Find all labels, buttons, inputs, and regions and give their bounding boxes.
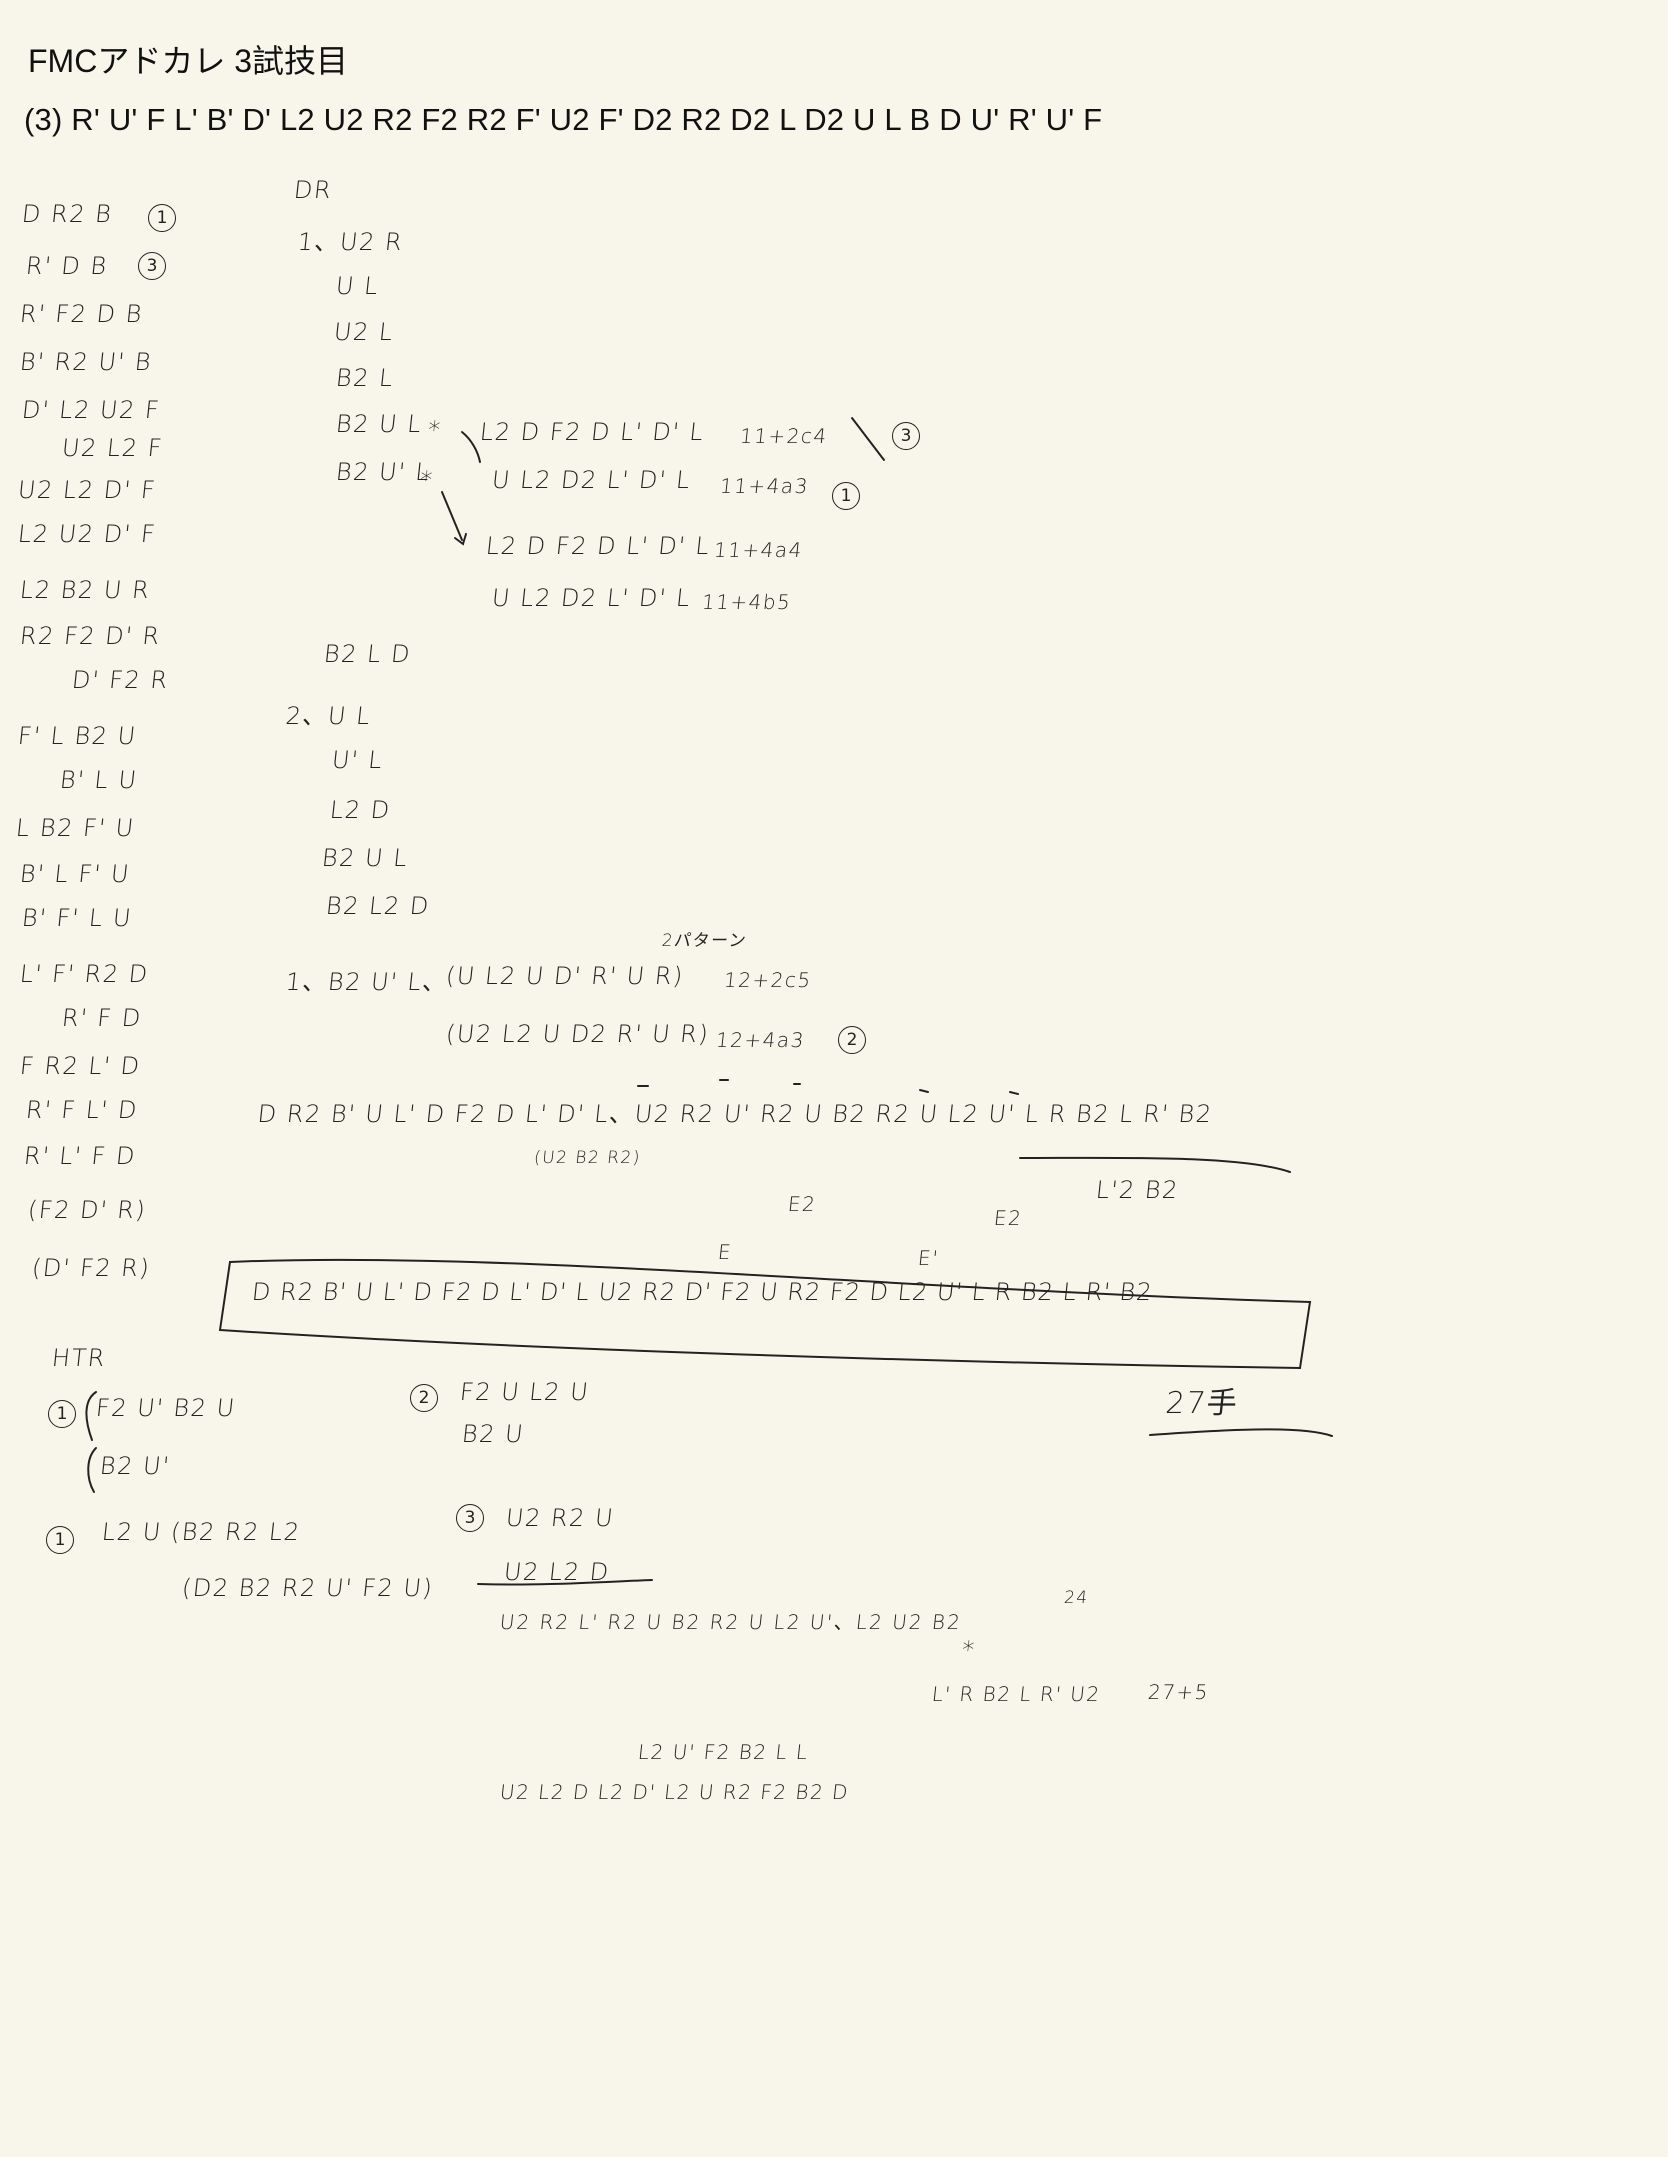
left-item: B' F' L U: [20, 904, 134, 932]
branch-count: 11+4b5: [700, 590, 793, 614]
htr-label: HTR: [50, 1344, 108, 1372]
htr-line1: U2 R2 L' R2 U B2 R2 U L2 U'、L2 U2 B2: [498, 1610, 964, 1634]
underline-stroke: [1019, 1156, 1291, 1173]
htr-move: L2 U (B2 R2 L2: [100, 1518, 303, 1546]
e-note-a: E: [716, 1240, 734, 1264]
line-b-moves: (U2 L2 U D2 R' U R): [444, 1020, 711, 1048]
htr-mark-3: 3: [456, 1504, 484, 1532]
htr-line3: L2 U' F2 B2 L L: [636, 1740, 810, 1764]
left-item: F' L B2 U: [16, 722, 139, 750]
scramble-text: (3) R' U' F L' B' D' L2 U2 R2 F2 R2 F' U…: [24, 102, 1103, 137]
htr-line2-count: 27+5: [1146, 1680, 1211, 1704]
ink-strokes: [85, 417, 1333, 1586]
move-count-underline: [1149, 1428, 1333, 1437]
htr-mark-1b: 1: [46, 1526, 74, 1554]
branch-mark: 1: [832, 482, 860, 510]
left-item: D' L2 U2 F: [20, 396, 162, 424]
brace-2: [87, 1447, 97, 1493]
long-line-sub: (U2 B2 R2): [532, 1148, 642, 1168]
e2-note-b: E2: [992, 1206, 1024, 1230]
under-line: L'2 B2: [1094, 1176, 1181, 1204]
branch-moves: U L2 D2 L' D' L: [490, 466, 693, 494]
htr-move: B2 U: [460, 1420, 526, 1448]
branch-moves: L2 D F2 D L' D' L: [484, 532, 712, 560]
left-item: B' L F' U: [18, 860, 132, 888]
left-item: (D' F2 R): [30, 1254, 152, 1282]
pattern-note: 2パターン: [660, 931, 749, 951]
left-item: D' F2 R: [70, 666, 171, 694]
line-b-count: 12+4a3: [714, 1028, 807, 1052]
left-item: F R2 L' D: [18, 1052, 143, 1080]
left-item: R' F L' D: [24, 1096, 140, 1124]
htr-line2: L' R B2 L R' U2: [930, 1682, 1102, 1706]
section1-item: B2 U L: [334, 410, 424, 438]
page-title: FMCアドカレ 3試技目: [28, 43, 349, 79]
section2-item: U' L: [330, 746, 385, 774]
section1-label: 1、U2 R: [296, 228, 405, 256]
left-item: B' L U: [58, 766, 139, 794]
htr-move: U2 R2 U: [504, 1504, 616, 1532]
left-item: L2 U2 D' F: [16, 520, 158, 548]
left-item: (F2 D' R): [26, 1196, 148, 1224]
htr-line1-num: 24: [1062, 1588, 1090, 1608]
section1-item: B2 L: [334, 364, 396, 392]
line-a-moves: (U L2 U D' R' U R): [444, 962, 686, 990]
move-count: 27手: [1163, 1386, 1241, 1421]
long-line: D R2 B' U L' D F2 D L' D' L、U2 R2 U' R2 …: [256, 1100, 1215, 1128]
section2-item: B2 L2 D: [324, 892, 432, 920]
htr-line4: U2 L2 D L2 D' L2 U R2 F2 B2 D: [498, 1780, 851, 1804]
left-item: R' F2 D B: [18, 300, 145, 328]
dr-header: DR: [292, 176, 334, 204]
htr-move: (D2 B2 R2 U' F2 U): [180, 1574, 435, 1602]
section1-item: U L: [334, 272, 381, 300]
left-item: L2 B2 U R: [18, 576, 152, 604]
branch-arrow-2: [441, 491, 463, 541]
solution-box: [218, 1258, 1312, 1370]
left-item: U2 L2 D' F: [16, 476, 158, 504]
branch-mark: 3: [892, 422, 920, 450]
htr-move: F2 U' B2 U: [94, 1394, 238, 1422]
htr-mark-2: 2: [410, 1384, 438, 1412]
e2-note-a: E2: [786, 1192, 818, 1216]
htr-move-struck: U2 L2 D: [502, 1558, 612, 1586]
line-b-mark: 2: [838, 1026, 866, 1054]
boxed-solution: D R2 B' U L' D F2 D L' D' L U2 R2 D' F2 …: [250, 1278, 1155, 1306]
section1-b2ld: B2 L D: [322, 640, 413, 668]
section2-item: L2 D: [328, 796, 393, 824]
htr-move: F2 U L2 U: [458, 1378, 591, 1406]
left-item: R' L' F D: [22, 1142, 138, 1170]
branch-moves: U L2 D2 L' D' L: [490, 584, 693, 612]
left-mark-3: 3: [138, 252, 166, 280]
htr-mark-1: 1: [48, 1400, 76, 1428]
branch-count: 11+2c4: [738, 424, 829, 448]
left-mark-1: 1: [148, 204, 176, 232]
line-a-count: 12+2c5: [722, 968, 813, 992]
branch-count: 11+4a3: [718, 474, 811, 498]
section1-item: U2 L: [332, 318, 396, 346]
left-item: L B2 F' U: [14, 814, 137, 842]
section1-item: B2 U' L: [334, 458, 432, 486]
left-item: L' F' R2 D: [18, 960, 151, 988]
htr-move: B2 U': [98, 1452, 172, 1480]
left-item: U2 L2 F: [60, 434, 165, 462]
left-item: R2 F2 D' R: [18, 622, 163, 650]
section2-item: B2 U L: [320, 844, 410, 872]
branch-count: 11+4a4: [712, 538, 805, 562]
branch-moves: L2 D F2 D L' D' L: [478, 418, 706, 446]
branch-arrow-1: [461, 431, 481, 463]
left-item: D R2 B: [20, 200, 114, 228]
left-item: R' F D: [60, 1004, 144, 1032]
section2-label: 2、U L: [284, 702, 373, 730]
cross-out: [851, 417, 885, 461]
left-item: B' R2 U' B: [18, 348, 154, 376]
e-note-b: E': [916, 1246, 941, 1270]
line-a-prefix: 1、B2 U' L、: [284, 968, 450, 996]
left-item: R' D B: [24, 252, 110, 280]
